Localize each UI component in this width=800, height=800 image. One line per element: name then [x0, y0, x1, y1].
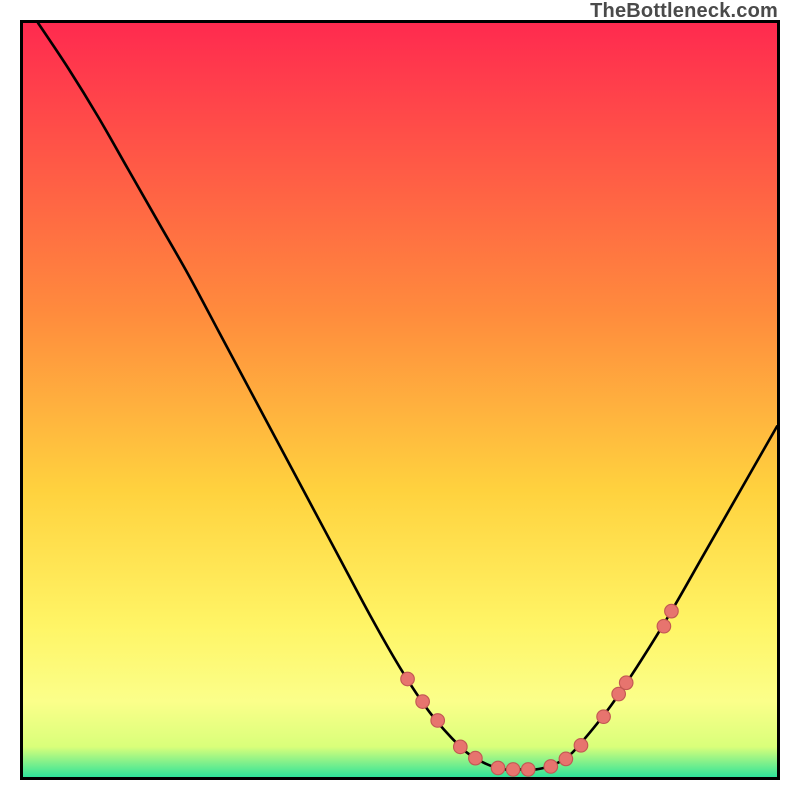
highlight-dot	[431, 714, 445, 728]
highlight-dot	[401, 672, 415, 686]
highlight-dot	[574, 739, 588, 753]
highlight-dot	[619, 676, 633, 690]
highlight-dot	[469, 751, 483, 765]
curve-layer	[23, 23, 777, 777]
highlight-dot	[454, 740, 468, 754]
highlight-dot	[416, 695, 430, 709]
highlight-dot	[665, 604, 679, 618]
highlight-dot	[491, 761, 505, 775]
highlight-dot	[506, 763, 520, 777]
highlight-dot	[559, 752, 573, 766]
bottleneck-curve-line	[38, 23, 777, 770]
bottleneck-chart: TheBottleneck.com	[0, 0, 800, 800]
highlight-dots-group	[401, 604, 678, 776]
highlight-dot	[544, 760, 558, 774]
highlight-dot	[521, 763, 535, 777]
plot-area	[20, 20, 780, 780]
highlight-dot	[597, 710, 611, 724]
highlight-dot	[657, 619, 671, 633]
